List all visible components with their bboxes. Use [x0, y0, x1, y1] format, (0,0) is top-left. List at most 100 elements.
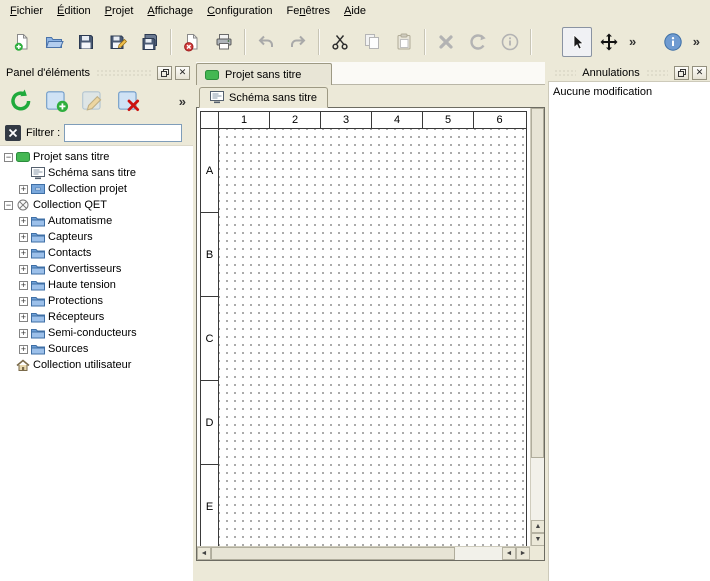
- horizontal-scrollbar[interactable]: ◄ ◄ ►: [197, 546, 530, 560]
- delete-button[interactable]: [431, 27, 461, 57]
- toolbar-overflow-button[interactable]: »: [689, 34, 704, 49]
- expand-icon[interactable]: +: [19, 313, 28, 322]
- expand-icon[interactable]: +: [19, 345, 28, 354]
- cut-button[interactable]: [325, 27, 355, 57]
- diagram-canvas[interactable]: 123456 ABCDE: [197, 108, 530, 546]
- project-icon: [205, 69, 219, 81]
- horizontal-scrollbar-thumb[interactable]: [211, 547, 455, 560]
- tree-item-label: Automatisme: [48, 215, 112, 227]
- project-tab-label: Projet sans titre: [225, 69, 301, 81]
- tree-item-capteurs[interactable]: +Capteurs: [0, 229, 193, 245]
- element-tree[interactable]: −Projet sans titreSchéma sans titre+Coll…: [0, 145, 193, 581]
- float-dock-button[interactable]: [674, 66, 689, 80]
- save-all-icon: [140, 32, 160, 52]
- save-button[interactable]: [71, 27, 101, 57]
- close-document-button[interactable]: [177, 27, 207, 57]
- elements-panel-titlebar[interactable]: Panel d'éléments ✕: [0, 64, 193, 81]
- expand-icon[interactable]: +: [19, 329, 28, 338]
- rotate-button[interactable]: [463, 27, 493, 57]
- vertical-scrollbar-track[interactable]: [531, 108, 544, 520]
- expand-icon[interactable]: +: [19, 265, 28, 274]
- scroll-left-button-2[interactable]: ◄: [502, 547, 516, 560]
- undo-dock-titlebar[interactable]: Annulations ✕: [548, 64, 710, 81]
- collapse-icon[interactable]: −: [4, 201, 13, 210]
- filter-row: Filtrer :: [0, 121, 193, 145]
- undo-list[interactable]: Aucune modification: [548, 81, 710, 581]
- tree-item-projet-sans-titre[interactable]: −Projet sans titre: [0, 149, 193, 165]
- conductor-info-button[interactable]: [495, 27, 525, 57]
- up-arrow-icon: ▲: [535, 523, 542, 530]
- tools-overflow-button[interactable]: »: [625, 34, 640, 49]
- clear-filter-icon[interactable]: [4, 124, 22, 142]
- tab-schema[interactable]: Schéma sans titre: [199, 87, 328, 108]
- undo-list-item[interactable]: Aucune modification: [549, 84, 710, 100]
- grid-area[interactable]: [219, 129, 526, 546]
- collapse-icon[interactable]: −: [4, 153, 13, 162]
- open-document-button[interactable]: [39, 27, 69, 57]
- scroll-down-button[interactable]: ▼: [531, 533, 545, 546]
- expand-icon[interactable]: +: [19, 217, 28, 226]
- scroll-left-button[interactable]: ◄: [197, 547, 211, 560]
- elements-panel-title: Panel d'éléments: [3, 67, 93, 79]
- menu-item-fichier[interactable]: Fichier: [3, 2, 50, 20]
- menu-item-affichage[interactable]: Affichage: [140, 2, 200, 20]
- tree-item-convertisseurs[interactable]: +Convertisseurs: [0, 261, 193, 277]
- menu-item-edition[interactable]: Édition: [50, 2, 98, 20]
- expand-icon[interactable]: +: [19, 297, 28, 306]
- tree-item-contacts[interactable]: +Contacts: [0, 245, 193, 261]
- save-as-button[interactable]: [103, 27, 133, 57]
- right-arrow-icon: ►: [520, 550, 527, 557]
- dock-grip[interactable]: [554, 69, 576, 77]
- dock-grip[interactable]: [646, 69, 668, 77]
- redo-button[interactable]: [283, 27, 313, 57]
- menu-item-configuration[interactable]: Configuration: [200, 2, 279, 20]
- save-icon: [76, 32, 96, 52]
- menu-item-projet[interactable]: Projet: [98, 2, 141, 20]
- tree-item-collection-qet[interactable]: −Collection QET: [0, 197, 193, 213]
- print-button[interactable]: [209, 27, 239, 57]
- tree-item-haute-tension[interactable]: +Haute tension: [0, 277, 193, 293]
- expand-icon[interactable]: +: [19, 233, 28, 242]
- select-mode-button[interactable]: [562, 27, 592, 57]
- horizontal-scrollbar-track[interactable]: [211, 547, 502, 560]
- column-headers: 123456: [201, 112, 526, 129]
- paste-button[interactable]: [389, 27, 419, 57]
- tree-item-collection-utilisateur[interactable]: Collection utilisateur: [0, 357, 193, 373]
- filter-input[interactable]: [64, 124, 182, 142]
- float-icon: [678, 69, 686, 77]
- undo-button[interactable]: [251, 27, 281, 57]
- copy-button[interactable]: [357, 27, 387, 57]
- edit-element-button[interactable]: [77, 85, 109, 117]
- save-all-button[interactable]: [135, 27, 165, 57]
- tree-item-sources[interactable]: +Sources: [0, 341, 193, 357]
- delete-element-button[interactable]: [113, 85, 145, 117]
- menu-item-fenetres[interactable]: Fenêtres: [280, 2, 337, 20]
- scroll-up-button[interactable]: ▲: [531, 520, 545, 533]
- tree-item-automatisme[interactable]: + Automatisme: [0, 213, 193, 229]
- menu-item-aide[interactable]: Aide: [337, 2, 373, 20]
- tree-item-collection-projet[interactable]: +Collection projet: [0, 181, 193, 197]
- left-arrow-icon: ◄: [201, 550, 208, 557]
- tree-item-semi-conducteurs[interactable]: +Semi-conducteurs: [0, 325, 193, 341]
- vertical-scrollbar[interactable]: ▲ ▼: [530, 108, 544, 546]
- vertical-scrollbar-thumb[interactable]: [531, 108, 544, 458]
- tree-item-recepteurs[interactable]: +Récepteurs: [0, 309, 193, 325]
- move-mode-button[interactable]: [594, 27, 624, 57]
- about-qet-button[interactable]: [658, 27, 688, 57]
- expand-icon[interactable]: +: [19, 249, 28, 258]
- expand-icon[interactable]: +: [19, 185, 28, 194]
- tree-item-protections[interactable]: +Protections: [0, 293, 193, 309]
- tree-item-schema-sans-titre[interactable]: Schéma sans titre: [0, 165, 193, 181]
- scroll-right-button[interactable]: ►: [516, 547, 530, 560]
- dock-grip[interactable]: [96, 69, 151, 77]
- expand-icon[interactable]: +: [19, 281, 28, 290]
- close-dock-button[interactable]: ✕: [692, 66, 707, 80]
- close-dock-button[interactable]: ✕: [175, 66, 190, 80]
- dock-toolbar-overflow-button[interactable]: »: [175, 94, 190, 109]
- float-dock-button[interactable]: [157, 66, 172, 80]
- tab-project[interactable]: Projet sans titre: [196, 63, 332, 85]
- new-element-button[interactable]: [41, 85, 73, 117]
- reload-collections-button[interactable]: [5, 85, 37, 117]
- schema-icon: [210, 91, 224, 104]
- new-document-button[interactable]: [7, 27, 37, 57]
